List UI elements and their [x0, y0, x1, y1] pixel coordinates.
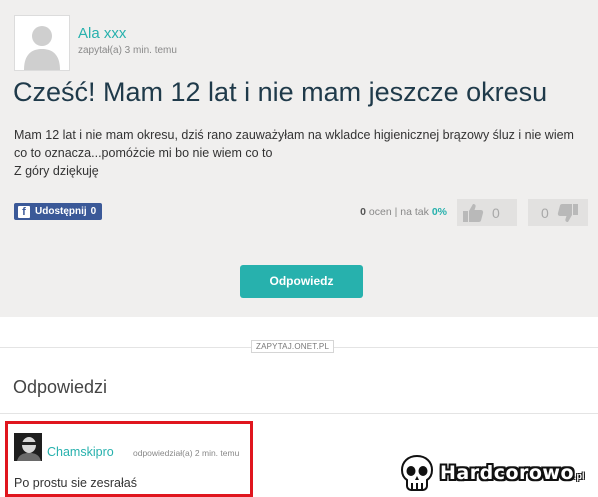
question-body-line: Mam 12 lat i nie mam okresu, dziś rano z… [14, 128, 574, 160]
page-title: Cześć! Mam 12 lat i nie mam jeszcze okre… [13, 77, 548, 107]
question-timestamp: zapytał(a) 3 min. temu [78, 45, 177, 56]
facebook-share-button[interactable]: f Udostępnij 0 [14, 203, 102, 220]
answer-item: Chamskipro odpowiedział(a) 2 min. temu P… [5, 421, 253, 497]
yes-percent: 0% [431, 206, 447, 218]
thumbs-up-icon [463, 203, 484, 222]
ratings-count: 0 [360, 206, 366, 218]
downvote-count: 0 [541, 204, 549, 221]
answer-button[interactable]: Odpowiedz [240, 265, 363, 298]
question-card: Ala xxx zapytał(a) 3 min. temu Cześć! Ma… [0, 0, 598, 317]
share-count: 0 [90, 206, 97, 217]
upvote-count: 0 [492, 204, 500, 221]
watermark-tld: .pl [574, 471, 585, 481]
facebook-icon: f [18, 205, 30, 218]
source-label[interactable]: ZAPYTAJ.ONET.PL [251, 340, 335, 353]
author-name[interactable]: Ala xxx [78, 25, 126, 42]
answer-author[interactable]: Chamskipro [47, 445, 114, 459]
thumbs-down-icon [557, 203, 578, 222]
avatar[interactable] [14, 15, 70, 71]
user-photo-icon [14, 433, 42, 461]
skull-icon [400, 455, 434, 491]
watermark: Hardcorowo .pl [400, 453, 596, 493]
question-body: Mam 12 lat i nie mam okresu, dziś rano z… [14, 126, 584, 180]
rating-stats: 0 ocen | na tak 0% [360, 206, 447, 218]
answer-text: Po prostu sie zesrałaś [14, 476, 137, 490]
thumbs-down-button[interactable]: 0 [528, 199, 588, 226]
watermark-text: Hardcorowo [440, 462, 575, 484]
answer-timestamp: odpowiedział(a) 2 min. temu [133, 448, 240, 458]
avatar[interactable] [14, 433, 42, 461]
question-body-line: Z góry dziękuję [14, 164, 99, 178]
divider [0, 413, 598, 414]
share-label: Udostępnij [35, 206, 87, 217]
ratings-label: ocen [368, 206, 392, 218]
yes-label: na tak [400, 206, 429, 218]
thumbs-up-button[interactable]: 0 [457, 199, 517, 226]
user-placeholder-icon [15, 16, 69, 70]
answers-heading: Odpowiedzi [13, 377, 108, 397]
